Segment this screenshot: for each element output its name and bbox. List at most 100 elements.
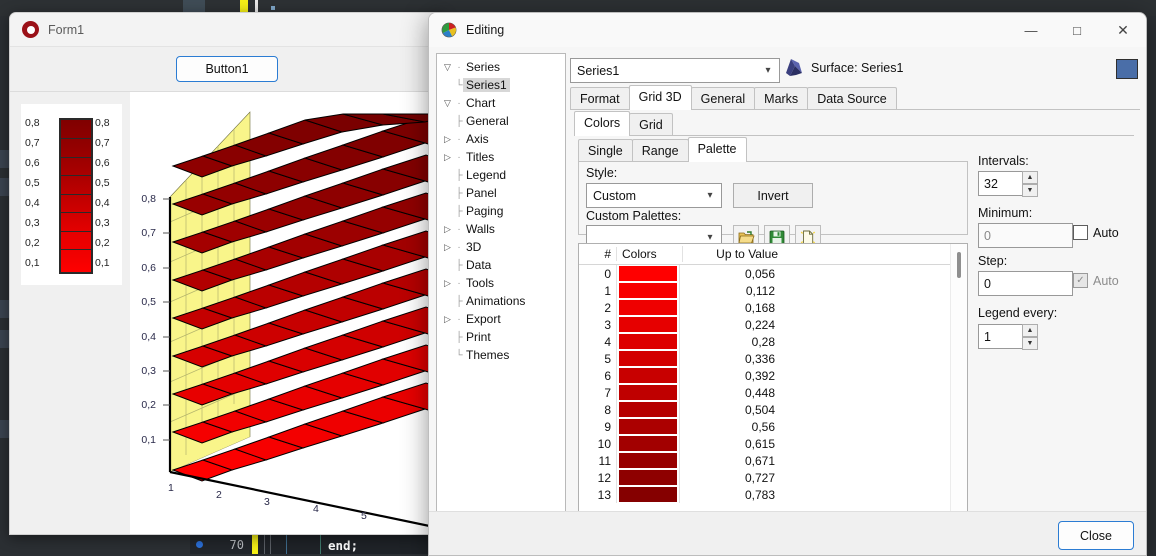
palette-row-color[interactable] [617,333,680,350]
color-swatch[interactable] [619,470,677,485]
palette-row-value[interactable]: 0,392 [680,367,780,384]
palette-row[interactable]: 8 0,504 [579,401,967,418]
palette-row-color[interactable] [617,401,680,418]
palette-row-color[interactable] [617,299,680,316]
palette-grid-scroll-thumb[interactable] [957,252,961,278]
palette-row-value[interactable]: 0,168 [680,299,780,316]
palette-row[interactable]: 10 0,615 [579,435,967,452]
palette-row-value[interactable]: 0,56 [680,418,780,435]
color-swatch[interactable] [619,385,677,400]
color-swatch[interactable] [619,317,677,332]
tabs-level1[interactable]: Format Grid 3D General Marks Data Source [570,85,897,110]
palette-row-value[interactable]: 0,448 [680,384,780,401]
color-swatch[interactable] [619,334,677,349]
palette-row-color[interactable] [617,367,680,384]
palette-grid-scrollbar[interactable] [950,244,967,512]
color-swatch[interactable] [619,266,677,281]
palette-row[interactable]: 12 0,727 [579,469,967,486]
color-swatch[interactable] [619,487,677,502]
palette-row[interactable]: 5 0,336 [579,350,967,367]
button1[interactable]: Button1 [176,56,278,82]
color-swatch[interactable] [619,351,677,366]
palette-row-value[interactable]: 0,671 [680,452,780,469]
chevron-down-icon[interactable]: ▽ [441,98,454,109]
intervals-stepper[interactable]: ▲ ▼ [1022,171,1038,197]
tree-item-axis[interactable]: ▷ · Axis [441,130,565,148]
tree-item-chart[interactable]: ▽ · Chart [441,94,565,112]
editing-dialog[interactable]: Editing — □ ✕ ▽ · Series └ Series1 ▽ · Chart … [428,12,1147,556]
tab-colors[interactable]: Colors [574,111,631,136]
palette-row-color[interactable] [617,282,680,299]
tree-item-data[interactable]: ├ Data [441,256,565,274]
intervals-input[interactable]: 32 [978,171,1027,196]
chevron-down-icon[interactable]: ▾ [699,232,721,243]
color-swatch[interactable] [619,368,677,383]
palette-row-value[interactable]: 0,056 [680,265,780,282]
tree-item-animations[interactable]: ├ Animations [441,292,565,310]
legend-every-input[interactable]: 1 [978,324,1027,349]
tabs-level2[interactable]: Colors Grid [574,111,673,136]
tab-format[interactable]: Format [570,87,630,110]
palette-row[interactable]: 4 0,28 [579,333,967,350]
close-button[interactable]: Close [1058,521,1134,550]
breakpoint-dot[interactable] [196,541,203,548]
tree-item-print[interactable]: ├ Print [441,328,565,346]
tree-item-export[interactable]: ▷ · Export [441,310,565,328]
chevron-right-icon[interactable]: ▷ [441,314,454,325]
chevron-right-icon[interactable]: ▷ [441,242,454,253]
minimum-auto-checkbox[interactable]: Auto [1073,225,1119,240]
tab-palette[interactable]: Palette [687,137,747,162]
surface-chart[interactable]: 0,8 0,7 0,6 0,5 0,4 0,3 0,2 0,1 1 2 3 4 … [130,92,444,534]
palette-row[interactable]: 11 0,671 [579,452,967,469]
color-swatch[interactable] [619,419,677,434]
tab-general[interactable]: General [690,87,756,110]
tree-item-general[interactable]: ├ General [441,112,565,130]
palette-row-value[interactable]: 0,783 [680,486,780,503]
palette-row-color[interactable] [617,418,680,435]
chevron-right-icon[interactable]: ▷ [441,278,454,289]
checkbox-box-checked[interactable]: ✓ [1073,273,1088,288]
stepper-up-icon[interactable]: ▲ [1022,324,1038,337]
tab-single[interactable]: Single [578,139,633,162]
palette-color-grid[interactable]: # Colors Up to Value 0 0,056 1 0,112 2 0,168 3… [578,243,968,513]
color-swatch[interactable] [619,300,677,315]
chevron-down-icon[interactable]: ▾ [699,190,721,201]
tab-range[interactable]: Range [631,139,689,162]
palette-grid-rows[interactable]: 0 0,056 1 0,112 2 0,168 3 0,224 4 0,28 5 0,336 6 0,39… [579,265,967,503]
settings-tree[interactable]: ▽ · Series └ Series1 ▽ · Chart ├ General ▷ · Axi… [436,53,566,513]
tab-grid[interactable]: Grid [629,113,673,136]
palette-row-value[interactable]: 0,615 [680,435,780,452]
stepper-down-icon[interactable]: ▼ [1022,337,1038,350]
step-auto-checkbox[interactable]: ✓ Auto [1073,273,1119,288]
tree-item-3d[interactable]: ▷ · 3D [441,238,565,256]
minimum-input[interactable]: 0 [978,223,1073,248]
tree-item-paging[interactable]: ├ Paging [441,202,565,220]
color-swatch[interactable] [619,283,677,298]
checkbox-box[interactable] [1073,225,1088,240]
chevron-right-icon[interactable]: ▷ [441,152,454,163]
palette-row[interactable]: 6 0,392 [579,367,967,384]
palette-row-color[interactable] [617,316,680,333]
style-select[interactable]: Custom ▾ [586,183,722,208]
tree-item-tools[interactable]: ▷ · Tools [441,274,565,292]
tree-item-legend[interactable]: ├ Legend [441,166,565,184]
palette-row-color[interactable] [617,486,680,503]
tree-item-series1[interactable]: └ Series1 [441,76,565,94]
palette-row-value[interactable]: 0,727 [680,469,780,486]
chevron-right-icon[interactable]: ▷ [441,224,454,235]
palette-row[interactable]: 3 0,224 [579,316,967,333]
stepper-up-icon[interactable]: ▲ [1022,171,1038,184]
palette-row-color[interactable] [617,384,680,401]
palette-row-color[interactable] [617,469,680,486]
tab-grid-3d[interactable]: Grid 3D [628,85,692,110]
palette-row-color[interactable] [617,452,680,469]
chevron-down-icon[interactable]: ▾ [757,65,779,76]
close-icon[interactable]: ✕ [1100,13,1146,47]
tree-item-themes[interactable]: └ Themes [441,346,565,364]
dialog-titlebar[interactable]: Editing — □ ✕ [429,13,1146,47]
tree-item-titles[interactable]: ▷ · Titles [441,148,565,166]
form1-window[interactable]: Form1 Button1 0,8 0,7 0,6 0,5 0,4 0,3 0,… [9,12,445,535]
tree-item-series[interactable]: ▽ · Series [441,58,565,76]
palette-row-value[interactable]: 0,336 [680,350,780,367]
chevron-right-icon[interactable]: ▷ [441,134,454,145]
